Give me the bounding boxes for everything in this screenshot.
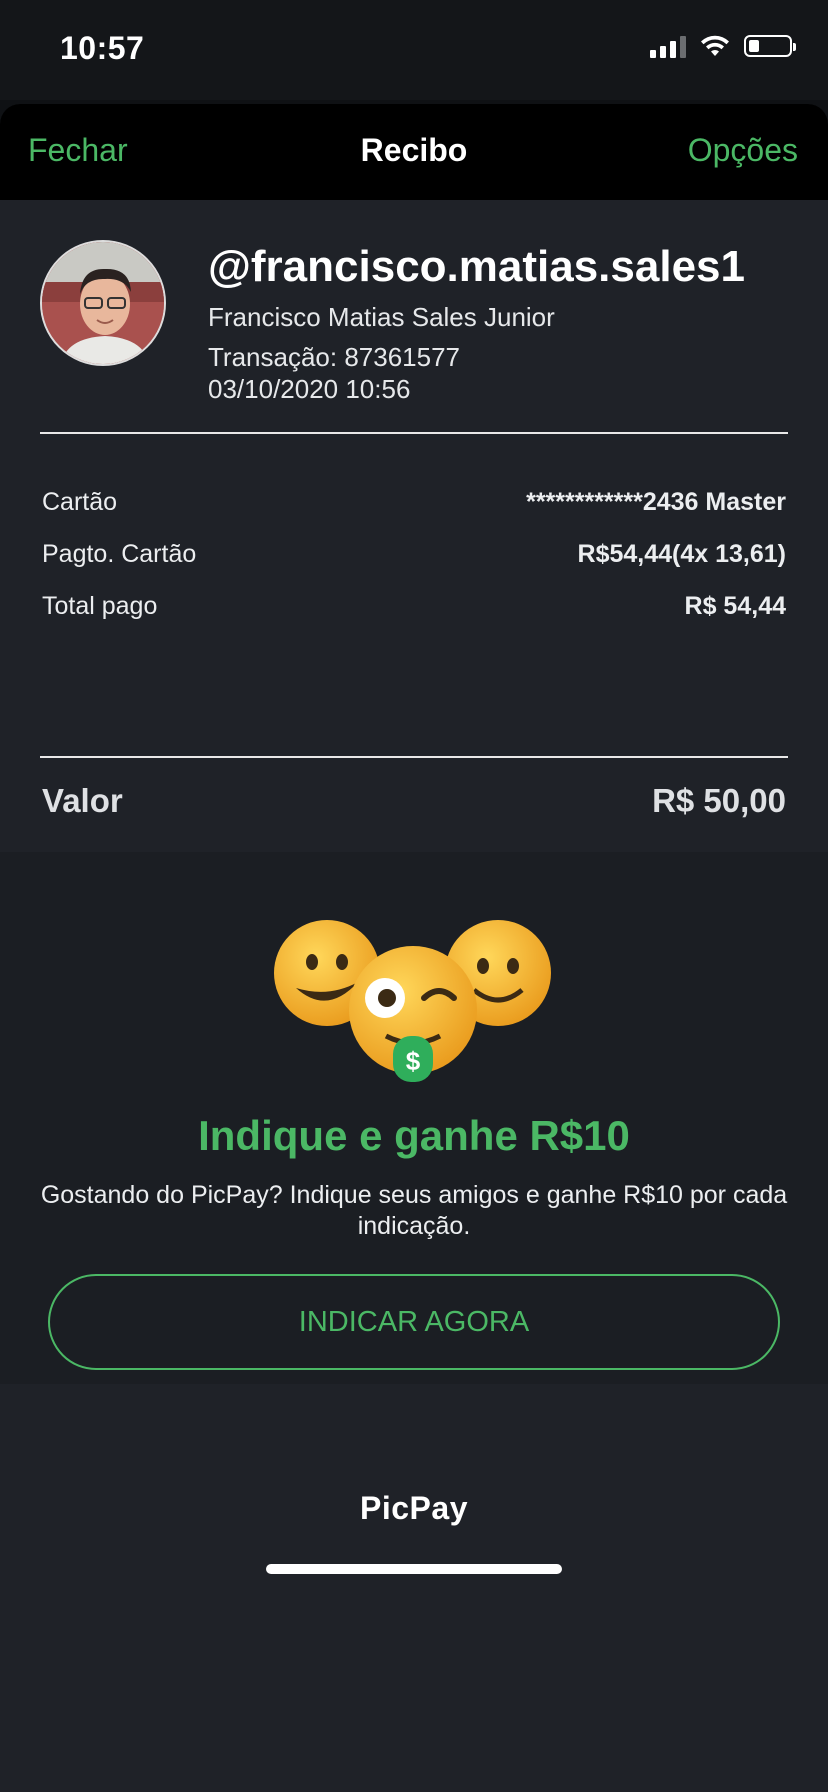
promo-text: Gostando do PicPay? Indique seus amigos … [40,1181,788,1240]
emoji-illustration: $ [274,920,551,1082]
username: @francisco.matias.sales1 [208,242,745,291]
transaction-id: Transação: 87361577 [208,342,461,372]
valor-label: Valor [42,782,123,819]
nav-bar: Fechar Recibo Opções [0,104,828,200]
home-indicator[interactable] [266,1564,562,1574]
options-button[interactable]: Opções [688,132,798,169]
detail-row-payment: Pagto. Cartão R$54,44(4x 13,61) [42,540,786,569]
signal-icon [650,34,686,58]
valor-row: Valor R$ 50,00 [42,782,786,820]
footer: PicPay [0,1384,828,1792]
detail-row-total: Total pago R$ 54,44 [42,592,786,621]
status-time: 10:57 [60,30,145,66]
status-bar: 10:57 [0,0,828,100]
receipt-details: @francisco.matias.sales1 Francisco Matia… [0,200,828,852]
wifi-icon [701,35,729,56]
detail-label: Pagto. Cartão [42,540,197,568]
receipt-sheet: Fechar Recibo Opções @francisco.matias.s… [0,104,828,1792]
detail-label: Cartão [42,488,118,516]
status-icons [650,34,796,58]
divider [40,432,788,434]
detail-row-card: Cartão ************2436 Master [42,488,786,517]
detail-value: R$54,44(4x 13,61) [577,540,786,568]
full-name: Francisco Matias Sales Junior [208,302,555,332]
transaction-date: 03/10/2020 10:56 [208,374,411,404]
valor-amount: R$ 50,00 [652,782,786,819]
emoji-badge: $ [406,1046,421,1076]
promo-title: Indique e ganhe R$10 [198,1112,630,1159]
battery-icon [744,35,796,57]
detail-value: R$ 54,44 [684,592,786,620]
picpay-logo: PicPay [360,1490,468,1526]
referral-promo: $ Indique e ganhe R$10 Gostando do PicPa… [0,852,828,1384]
avatar [40,240,166,366]
detail-value: ************2436 Master [526,488,786,516]
refer-now-button[interactable]: INDICAR AGORA [48,1274,780,1370]
detail-label: Total pago [42,592,158,620]
divider [40,756,788,758]
